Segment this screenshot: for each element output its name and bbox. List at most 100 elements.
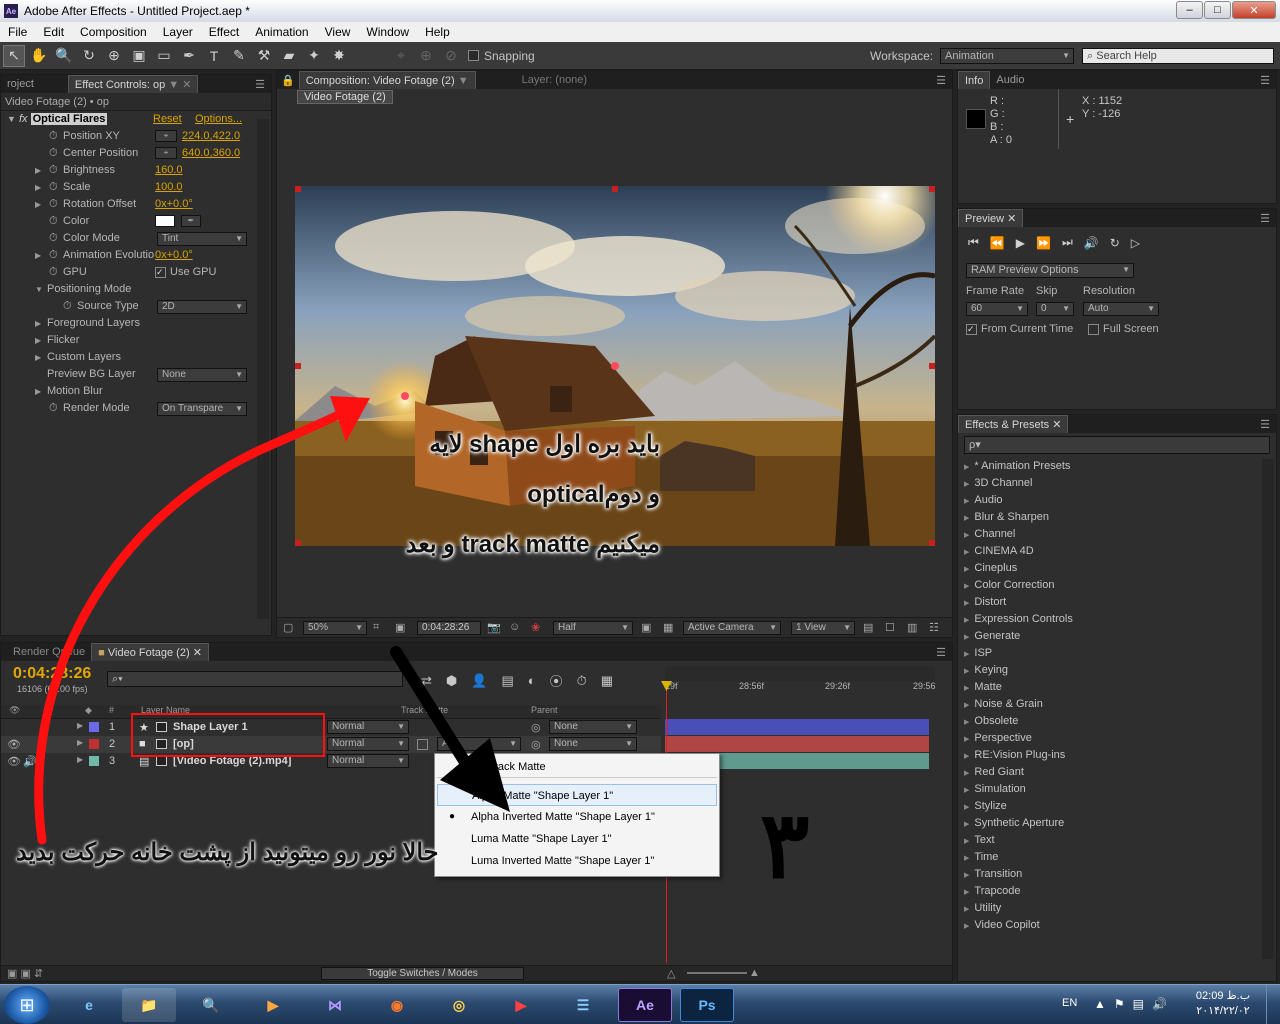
hand-tool-icon[interactable]: ✋ [28, 45, 50, 67]
expand-triangle-icon[interactable]: ▶ [35, 162, 41, 179]
tab-effects-presets[interactable]: Effects & Presets ✕ [958, 415, 1069, 433]
audio-icon[interactable]: 🔊 [23, 755, 37, 768]
eye-visibility-icon[interactable]: 👁 [7, 755, 21, 768]
transform-handle[interactable] [295, 363, 301, 369]
menu-item-layer[interactable]: Layer [155, 22, 201, 42]
rectangle-tool-icon[interactable]: ▭ [153, 45, 175, 67]
stopwatch-icon[interactable]: ⏱ [49, 162, 58, 179]
type-tool-icon[interactable]: T [203, 45, 225, 67]
zoom-select[interactable]: 50% [303, 621, 367, 635]
timeline-icon[interactable]: ▥ [907, 621, 917, 634]
effects-category-item[interactable]: Obsolete [958, 713, 1276, 730]
close-button[interactable]: ✕ [1232, 1, 1276, 19]
time-ruler[interactable]: 29f 28:56f 29:26f 29:56 [665, 681, 936, 695]
effects-category-item[interactable]: Matte [958, 679, 1276, 696]
after-effects-taskbar-icon[interactable]: Ae [618, 988, 672, 1022]
param-value[interactable]: 160.0 [155, 162, 183, 179]
effects-category-item[interactable]: 3D Channel [958, 475, 1276, 492]
param-value[interactable]: 640.0,360.0 [182, 145, 240, 162]
axis-mode-icon[interactable]: ⌖ [390, 45, 412, 67]
orbit-camera-tool-icon[interactable]: ⊕ [103, 45, 125, 67]
axis-view-icon[interactable]: ⊘ [440, 45, 462, 67]
param-value[interactable]: 0x+0.0° [155, 247, 193, 264]
selection-tool-icon[interactable]: ↖ [3, 44, 25, 67]
timeline-timecode[interactable]: 0:04:28:26 [13, 665, 91, 683]
explorer-taskbar-icon[interactable]: 📁 [122, 988, 176, 1022]
fx-icon[interactable]: fx [19, 113, 28, 125]
toggle-switches-modes-button[interactable]: Toggle Switches / Modes [321, 967, 524, 980]
stopwatch-icon[interactable]: ⏱ [49, 213, 58, 230]
lock-icon[interactable]: 🔒 [277, 74, 299, 87]
effects-category-item[interactable]: Simulation [958, 781, 1276, 798]
tab-preview[interactable]: Preview ✕ [958, 209, 1024, 227]
transform-handle[interactable] [295, 186, 301, 192]
skip-select[interactable]: 0 [1036, 302, 1074, 316]
effects-category-item[interactable]: Distort [958, 594, 1276, 611]
expand-switches-icon[interactable]: ▣ ▣ ⇵ [7, 967, 43, 980]
panel-menu-icon[interactable]: ☰ [255, 78, 271, 91]
stopwatch-icon[interactable]: ⏱ [49, 400, 58, 417]
layer-label-color[interactable] [89, 722, 99, 732]
expand-triangle-icon[interactable]: ▶ [35, 247, 41, 264]
eye-visibility-icon[interactable]: 👁 [7, 738, 21, 751]
effects-category-item[interactable]: Red Giant [958, 764, 1276, 781]
menu-item-view[interactable]: View [317, 22, 359, 42]
panel-menu-icon[interactable]: ☰ [1260, 418, 1276, 431]
zoom-tool-icon[interactable]: 🔍 [53, 45, 75, 67]
axis-world-icon[interactable]: ⊕ [415, 45, 437, 67]
effects-category-item[interactable]: Audio [958, 492, 1276, 509]
show-desktop-button[interactable] [1266, 985, 1280, 1024]
effects-category-item[interactable]: Noise & Grain [958, 696, 1276, 713]
view-layout-select[interactable]: 1 View [791, 621, 855, 635]
effects-category-item[interactable]: * Animation Presets [958, 458, 1276, 475]
visual-studio-taskbar-icon[interactable]: ⋈ [308, 988, 362, 1022]
param-select[interactable]: 2D [157, 300, 247, 314]
comp-breadcrumb[interactable]: Video Fotage (2) [297, 90, 393, 104]
expand-triangle-icon[interactable]: ▶ [35, 179, 41, 196]
expand-triangle-icon[interactable]: ▼ [35, 281, 43, 298]
ram-preview-icon[interactable]: ▷ [1131, 236, 1140, 250]
effects-category-item[interactable]: Stylize [958, 798, 1276, 815]
param-value[interactable]: 100.0 [155, 179, 183, 196]
track-matte-option[interactable]: ● Alpha Inverted Matte "Shape Layer 1" [437, 806, 717, 828]
tab-timeline-comp[interactable]: ■ Video Fotage (2) ✕ [91, 643, 209, 661]
reset-link[interactable]: Reset [153, 111, 182, 128]
expand-triangle-icon[interactable]: ▼ [7, 114, 16, 124]
param-select[interactable]: On Transpare [157, 402, 247, 416]
blend-mode-select[interactable]: Normal [327, 754, 409, 768]
expand-triangle-icon[interactable]: ▶ [77, 738, 83, 747]
effects-category-item[interactable]: Color Correction [958, 577, 1276, 594]
effect-controls-scrollbar[interactable] [257, 119, 269, 619]
search-taskbar-icon[interactable]: 🔍 [184, 988, 238, 1022]
from-current-time-checkbox[interactable]: ✓ From Current Time [966, 323, 1073, 335]
pen-tool-icon[interactable]: ✒ [178, 45, 200, 67]
stopwatch-icon[interactable]: ⏱ [49, 264, 58, 281]
layer-label-color[interactable] [89, 739, 99, 749]
menu-item-animation[interactable]: Animation [247, 22, 316, 42]
flowchart-icon[interactable]: ☷ [929, 621, 939, 634]
media-player-taskbar-icon[interactable]: ▶ [246, 988, 300, 1022]
tab-composition[interactable]: Composition: Video Fotage (2) ▼ [298, 71, 476, 89]
stopwatch-icon[interactable]: ⏱ [49, 230, 58, 247]
transform-handle[interactable] [929, 186, 935, 192]
photoshop-taskbar-icon[interactable]: Ps [680, 988, 734, 1022]
effects-category-item[interactable]: Cineplus [958, 560, 1276, 577]
param-select[interactable]: None [157, 368, 247, 382]
fast-previews-icon[interactable]: ☐ [885, 621, 895, 634]
tray-arrow-icon[interactable]: ▲ [1094, 997, 1106, 1011]
pickwhip-icon[interactable]: ◎ [531, 721, 541, 734]
roto-brush-tool-icon[interactable]: ✦ [303, 45, 325, 67]
tab-render-queue[interactable]: Render Queue [1, 643, 91, 661]
effects-category-item[interactable]: Perspective [958, 730, 1276, 747]
stopwatch-icon[interactable]: ⏱ [49, 247, 58, 264]
play-icon[interactable]: ▶ [1016, 236, 1025, 250]
stopwatch-icon[interactable]: ⏱ [49, 128, 58, 145]
stopwatch-icon[interactable]: ⏱ [49, 145, 58, 162]
menu-item-composition[interactable]: Composition [72, 22, 155, 42]
panel-menu-icon[interactable]: ☰ [936, 646, 952, 659]
color-swatch[interactable] [155, 215, 175, 227]
action-center-icon[interactable]: ⚑ [1114, 997, 1125, 1011]
ie-taskbar-icon[interactable]: e [62, 988, 116, 1022]
track-matte-option[interactable]: Luma Inverted Matte "Shape Layer 1" [437, 850, 717, 872]
previous-frame-icon[interactable]: ⏪ [990, 236, 1005, 250]
